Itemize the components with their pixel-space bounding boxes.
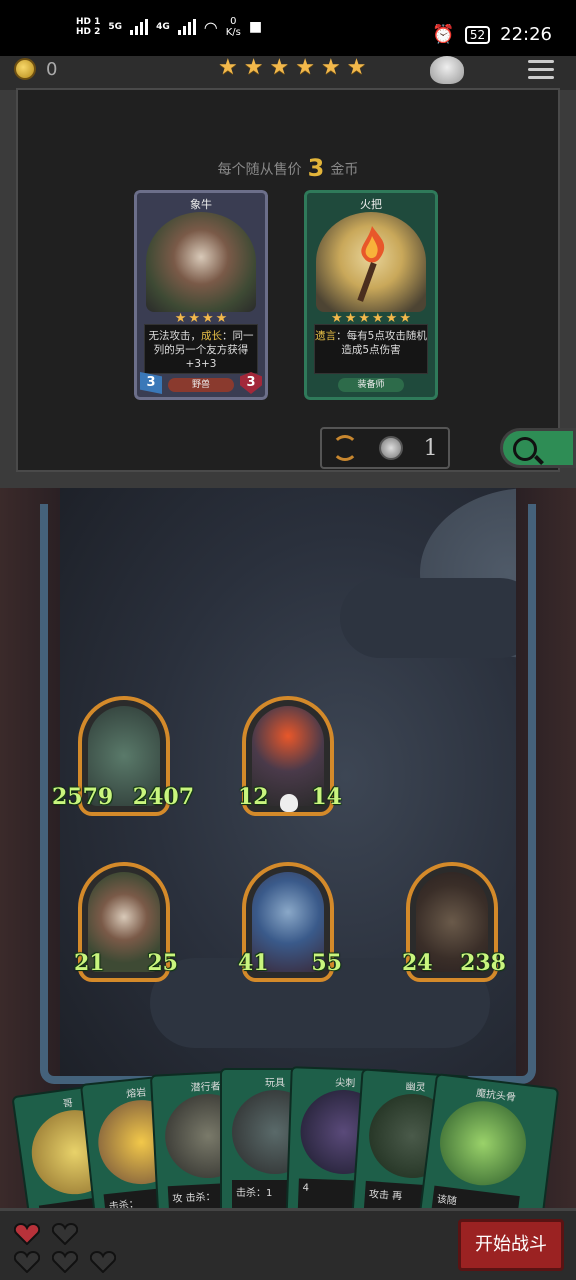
star-icon: ★ xyxy=(295,55,315,80)
card-tribe-tag: 装备师 xyxy=(338,378,404,392)
minion-attack: 24 xyxy=(402,950,433,976)
price-value: 3 xyxy=(307,154,325,182)
star-icon: ★ xyxy=(218,55,238,80)
minion-attack: 2579 xyxy=(52,784,114,810)
minion-crocodile[interactable]: 2579 2407 xyxy=(52,696,194,816)
battle-board: 2579 2407 12 14 21 25 41 55 24 238 哥 言： … xyxy=(0,488,576,1208)
heart-icon xyxy=(51,1250,79,1274)
signal-icon-2 xyxy=(177,19,196,35)
refresh-cost: 1 xyxy=(423,435,438,461)
minion-elf-witch[interactable]: 41 55 xyxy=(238,862,342,982)
minion-fire-boar[interactable]: 12 14 xyxy=(238,696,342,816)
star-icon: ★ xyxy=(243,55,264,80)
menu-icon[interactable] xyxy=(528,60,554,84)
shop-topbar: 0 ★ ★ ★ ★ ★ ★ xyxy=(0,56,576,90)
tier-stars: ★ ★ ★ ★ ★ ★ xyxy=(218,56,366,80)
skull-icon xyxy=(280,794,298,812)
card-title: 象牛 xyxy=(190,198,212,211)
minion-elephant[interactable]: 21 25 xyxy=(74,862,178,982)
hand-card[interactable]: 魔抗头骨 该随 xyxy=(416,1073,560,1208)
minion-attack: 41 xyxy=(238,950,269,976)
heart-icon xyxy=(13,1250,41,1274)
minion-health: 55 xyxy=(311,950,342,976)
price-line: 每个随从售价 3 金币 xyxy=(217,154,359,182)
signal-icon xyxy=(130,19,149,35)
shop-inner xyxy=(16,88,560,472)
minion-bat[interactable]: 24 238 xyxy=(402,862,506,982)
minion-attack: 21 xyxy=(74,950,105,976)
wifi-icon: ◠ xyxy=(203,17,218,37)
star-icon: ★ xyxy=(346,55,367,80)
shop-card-torch[interactable]: 火把 ★ ★ ★ ★ ★ ★ 遗言：每有5点攻击随机造成5点伤害 装备师 xyxy=(304,190,438,400)
net-speed: 0 K/s xyxy=(225,16,241,38)
minion-health: 14 xyxy=(311,784,342,810)
heart-icon xyxy=(13,1222,41,1246)
star-icon: ★ xyxy=(320,55,341,80)
net-4g-label: 4G xyxy=(156,22,170,32)
star-icon: ★ xyxy=(269,55,290,80)
battery-icon: 52 xyxy=(464,25,491,44)
heart-icon xyxy=(89,1250,117,1274)
card-title: 火把 xyxy=(360,198,382,211)
heart-icon xyxy=(90,1223,116,1245)
status-bar: HD 1 HD 2 5G 4G ◠ 0 K/s ■ ⏰ 52 22:26 xyxy=(0,0,576,56)
card-description: 无法攻击，成长：同一列的另一个友方获得+3+3 xyxy=(144,324,258,374)
opponent-avatar[interactable] xyxy=(430,56,464,84)
alarm-icon: ⏰ xyxy=(432,24,455,45)
bottom-bar: 开始战斗 xyxy=(0,1208,576,1280)
minion-attack: 12 xyxy=(238,784,269,810)
coin-icon xyxy=(378,436,403,460)
coin-value: 0 xyxy=(46,58,58,80)
hd-indicator: HD 1 HD 2 xyxy=(76,17,101,37)
status-left: HD 1 HD 2 5G 4G ◠ 0 K/s ■ xyxy=(76,16,262,38)
search-icon xyxy=(513,437,537,461)
shop-card-elephant[interactable]: 象牛 ★ ★ ★ ★ 无法攻击，成长：同一列的另一个友方获得+3+3 野兽 3 … xyxy=(134,190,268,400)
status-right: ⏰ 52 22:26 xyxy=(432,24,552,45)
coin-counter: 0 xyxy=(14,58,57,80)
card-tribe-tag: 野兽 xyxy=(168,378,234,392)
minion-health: 238 xyxy=(460,950,506,976)
start-battle-button[interactable]: 开始战斗 xyxy=(458,1219,564,1271)
refresh-button[interactable]: 1 xyxy=(320,427,450,469)
minion-health: 2407 xyxy=(132,784,194,810)
net-5g-label: 5G xyxy=(108,22,123,32)
minion-health: 25 xyxy=(147,950,178,976)
coin-icon xyxy=(14,58,36,80)
refresh-icon xyxy=(332,435,359,461)
torch-icon xyxy=(357,226,385,302)
video-icon: ■ xyxy=(248,19,263,35)
card-description: 遗言：每有5点攻击随机造成5点伤害 xyxy=(314,324,428,374)
card-art xyxy=(146,212,256,312)
search-button[interactable] xyxy=(500,428,576,468)
heart-icon xyxy=(51,1222,79,1246)
clock: 22:26 xyxy=(500,24,552,45)
lives xyxy=(13,1222,118,1274)
shop-panel: 0 ★ ★ ★ ★ ★ ★ 每个随从售价 3 金币 象牛 ★ ★ ★ ★ 无法攻击，… xyxy=(0,56,576,488)
